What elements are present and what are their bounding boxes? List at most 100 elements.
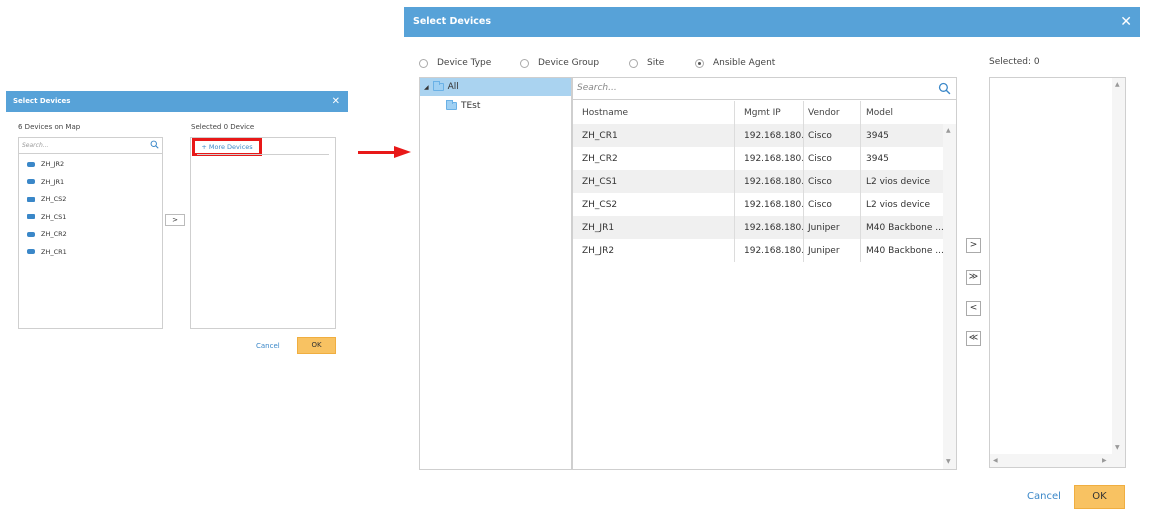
radio-device-type[interactable]: Device Type: [419, 56, 491, 70]
table-row[interactable]: ZH_CR2 192.168.180... Cisco 3945: [573, 147, 943, 170]
device-list-item[interactable]: ZH_CR2: [27, 228, 67, 240]
small-dialog-title: Select Devices: [13, 97, 71, 105]
radio-label: Site: [647, 58, 665, 68]
caret-down-icon[interactable]: ◢: [424, 84, 429, 91]
radio-ansible-agent[interactable]: Ansible Agent: [695, 56, 775, 70]
cell-hostname: ZH_JR2: [573, 239, 735, 262]
tree-node-label: All: [447, 82, 459, 92]
cell-model: 3945: [866, 130, 889, 141]
device-name: ZH_JR1: [41, 177, 65, 186]
device-name: ZH_JR2: [41, 160, 65, 168]
cell-vendor: Cisco: [804, 124, 861, 147]
cell-model: L2 vios device: [866, 176, 931, 187]
cell-hostname: ZH_CS2: [573, 193, 735, 216]
device-table-panel: Search... Hostname Mgmt IP Vendor Model …: [572, 77, 957, 470]
cell-vendor: Juniper: [804, 239, 861, 262]
move-all-left-button[interactable]: ≪: [966, 331, 981, 346]
router-icon: [27, 231, 35, 237]
radio-icon: [520, 58, 529, 68]
cell-model: L2 vios device: [866, 199, 931, 210]
radio-icon: [629, 58, 638, 68]
selected-vertical-scrollbar[interactable]: ▲ ▼: [1112, 78, 1125, 467]
column-header-hostname[interactable]: Hostname: [573, 101, 735, 124]
cell-mgmt-ip: 192.168.180...: [735, 193, 804, 216]
column-header-vendor[interactable]: Vendor: [804, 101, 861, 124]
search-icon[interactable]: [150, 140, 159, 149]
cell-vendor: Juniper: [804, 216, 861, 239]
cell-vendor: Cisco: [804, 147, 861, 170]
small-search-input[interactable]: Search...: [19, 138, 162, 154]
move-all-right-button[interactable]: ≫: [966, 270, 981, 285]
radio-label: Ansible Agent: [713, 58, 776, 68]
device-list-item[interactable]: ZH_JR2: [27, 158, 64, 170]
column-header-mgmt-ip[interactable]: Mgmt IP: [735, 101, 804, 124]
device-list-item[interactable]: ZH_CS1: [27, 211, 66, 223]
device-name: ZH_CS2: [41, 195, 67, 203]
router-icon: [27, 179, 35, 184]
scroll-right-icon[interactable]: ▶: [1102, 457, 1107, 464]
table-header: Hostname Mgmt IP Vendor Model: [573, 101, 943, 124]
device-list-item[interactable]: ZH_CS2: [27, 193, 66, 205]
table-search-input[interactable]: Search...: [573, 78, 956, 100]
switch-icon: [27, 214, 35, 219]
scroll-left-icon[interactable]: ◀: [993, 457, 998, 464]
folder-icon: [446, 100, 457, 110]
device-list-item[interactable]: ZH_CR1: [27, 246, 67, 258]
cancel-button[interactable]: Cancel: [1027, 491, 1061, 502]
router-icon: [27, 161, 35, 167]
table-row[interactable]: ZH_CS2 192.168.180... Cisco L2 vios device: [573, 193, 943, 216]
small-dialog-close-icon[interactable]: ✕: [332, 91, 340, 112]
large-dialog-title: Select Devices: [413, 16, 491, 27]
table-row[interactable]: ZH_CS1 192.168.180... Cisco L2 vios device: [573, 170, 943, 193]
cell-mgmt-ip: 192.168.180...: [735, 170, 804, 193]
cell-vendor: Cisco: [804, 170, 861, 193]
table-row[interactable]: ZH_CR1 192.168.180... Cisco 3945: [573, 124, 943, 147]
selected-devices-panel: ▲ ▼ ◀ ▶: [989, 77, 1126, 468]
radio-checked-icon: [695, 58, 704, 68]
device-name: ZH_CS1: [41, 212, 67, 221]
large-dialog-close-icon[interactable]: ✕: [1120, 7, 1132, 37]
device-name: ZH_CR2: [41, 230, 67, 238]
device-list-item[interactable]: ZH_JR1: [27, 176, 64, 188]
tree-node-all[interactable]: ◢ All: [420, 78, 571, 96]
scroll-up-icon[interactable]: ▲: [1115, 81, 1120, 88]
move-right-button[interactable]: >: [165, 214, 185, 226]
cell-mgmt-ip: 192.168.180...: [735, 239, 804, 262]
cell-mgmt-ip: 192.168.180...: [735, 147, 804, 170]
ok-button[interactable]: OK: [1074, 485, 1125, 509]
move-selected-left-button[interactable]: <: [966, 301, 981, 316]
move-selected-right-button[interactable]: >: [966, 238, 981, 253]
tree-node-label: TEst: [461, 101, 481, 111]
scroll-down-icon[interactable]: ▼: [946, 458, 951, 465]
transition-arrow-line: [358, 151, 398, 154]
table-scrollbar[interactable]: ▲ ▼: [943, 124, 956, 469]
radio-icon: [419, 58, 428, 68]
column-header-model[interactable]: Model: [861, 101, 943, 124]
scroll-down-icon[interactable]: ▼: [1115, 444, 1120, 451]
radio-site[interactable]: Site: [629, 56, 664, 70]
search-icon[interactable]: [938, 82, 951, 95]
router-icon: [27, 249, 35, 254]
cell-hostname: ZH_CS1: [573, 170, 735, 193]
large-dialog-title-bar: Select Devices ✕: [404, 7, 1140, 37]
divider: [197, 154, 329, 155]
scroll-up-icon[interactable]: ▲: [946, 127, 951, 134]
cell-mgmt-ip: 192.168.180...: [735, 216, 804, 239]
small-cancel-button[interactable]: Cancel: [256, 342, 280, 350]
radio-label: Device Type: [437, 58, 492, 68]
small-ok-button[interactable]: OK: [297, 337, 336, 354]
device-name: ZH_CR1: [41, 247, 67, 256]
radio-device-group[interactable]: Device Group: [520, 56, 599, 70]
radio-label: Device Group: [538, 58, 600, 68]
table-row[interactable]: ZH_JR1 192.168.180... Juniper M40 Backbone …: [573, 216, 943, 239]
table-row[interactable]: ZH_JR2 192.168.180... Juniper M40 Backbone …: [573, 239, 943, 262]
tree-node-test[interactable]: TEst: [446, 99, 480, 113]
folder-icon: [432, 81, 444, 91]
selected-horizontal-scrollbar[interactable]: ◀ ▶: [990, 454, 1112, 467]
selected-count-label: Selected: 0: [989, 57, 1040, 67]
device-list-panel: Search... ZH_JR2 ZH_JR1 ZH_CS2 ZH_CS1 ZH_CR2…: [18, 137, 163, 329]
cell-model: M40 Backbone ...: [866, 245, 943, 256]
cell-vendor: Cisco: [804, 193, 861, 216]
devices-on-map-label: 6 Devices on Map: [18, 123, 81, 131]
transition-arrow-icon: [394, 146, 411, 158]
